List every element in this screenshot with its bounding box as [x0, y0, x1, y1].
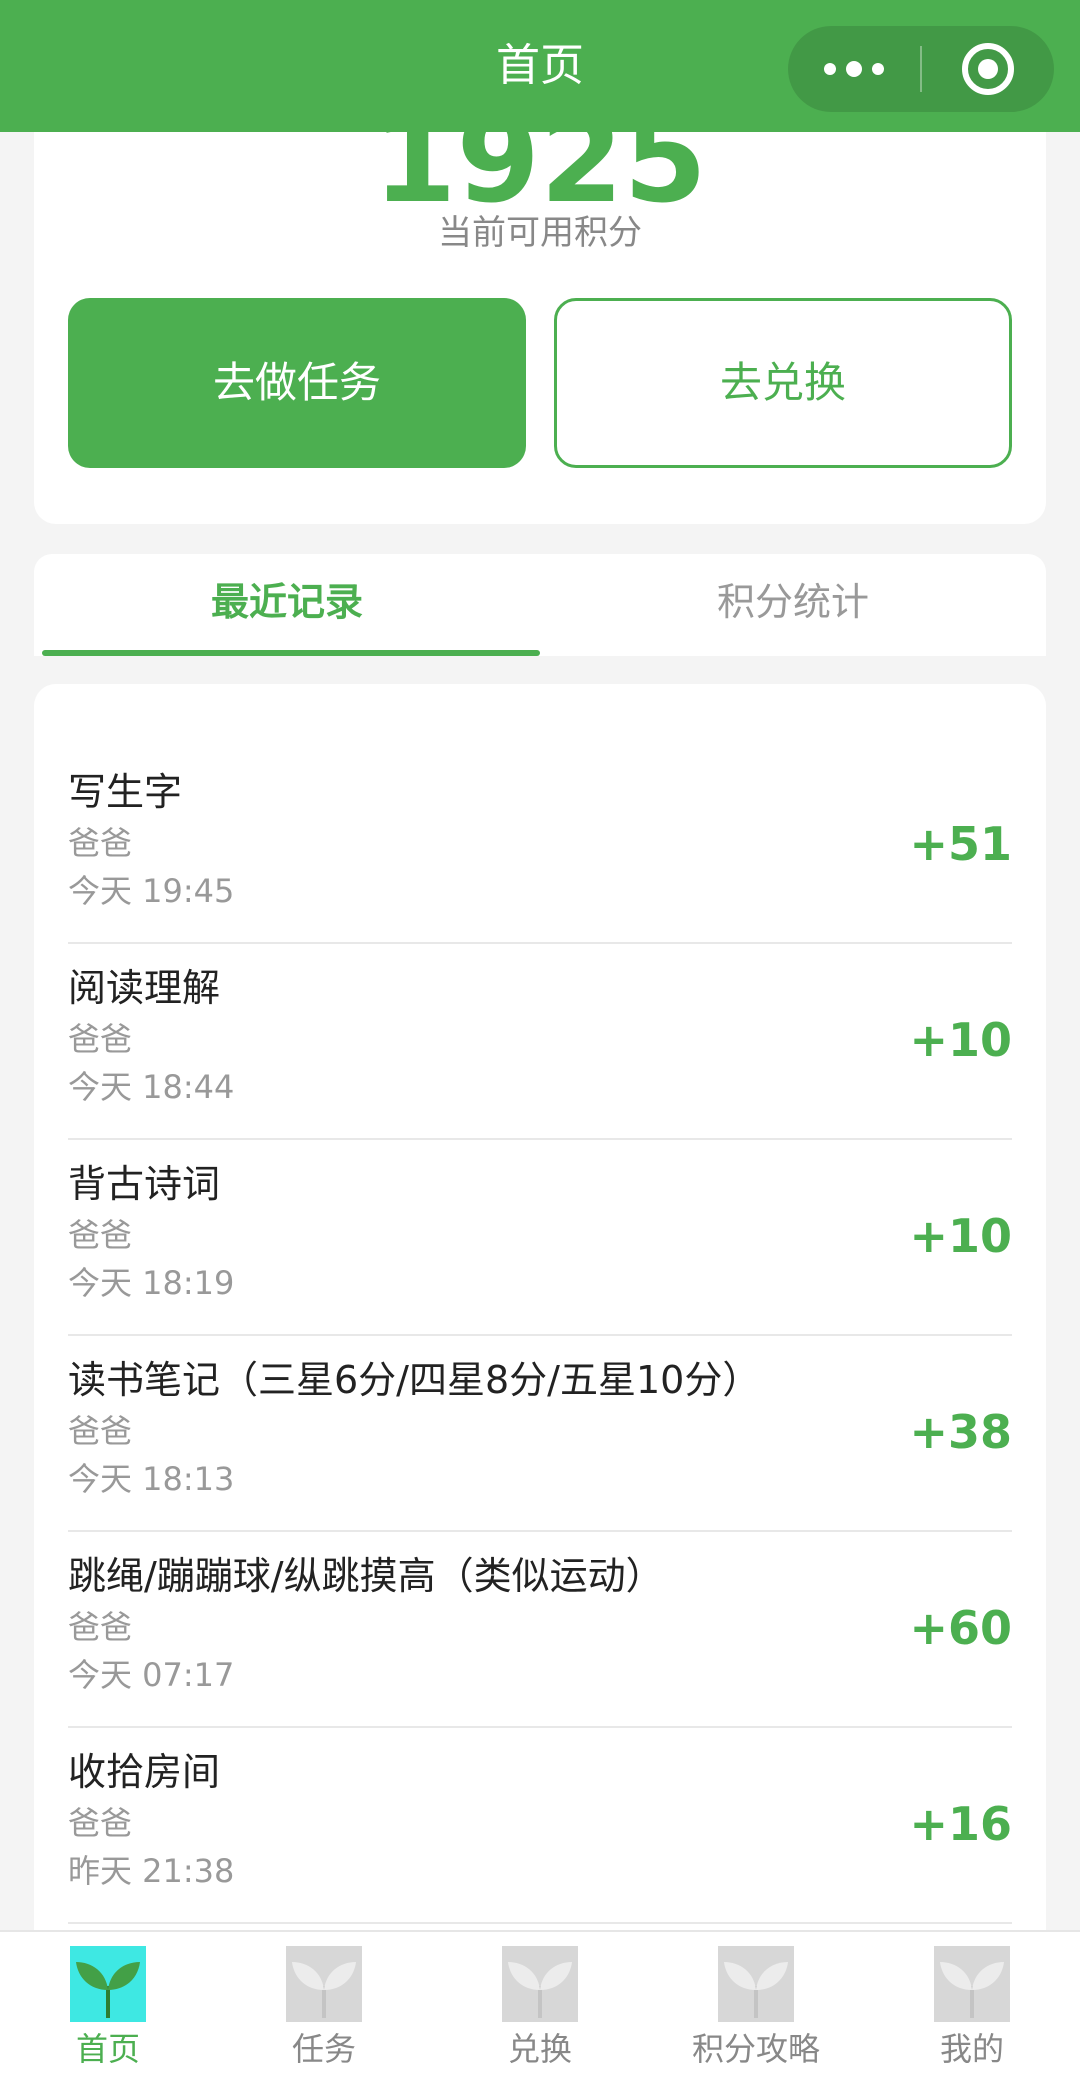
tabbar-label: 兑换 — [507, 2030, 572, 2068]
record-actor: 爸爸 — [68, 1216, 133, 1254]
sprout-icon-graphic — [292, 1962, 356, 2018]
record-title: 阅读理解 — [68, 966, 221, 1010]
list-item[interactable]: 背古诗词 爸爸 今天 18:19 +10 — [68, 1140, 1012, 1336]
record-points: +10 — [909, 1013, 1012, 1067]
record-time: 昨天 21:38 — [68, 1852, 235, 1890]
tab-recent-records[interactable]: 最近记录 — [34, 554, 540, 656]
record-points: +60 — [909, 1601, 1012, 1655]
sprout-icon-graphic — [76, 1962, 140, 2018]
record-points: +38 — [909, 1405, 1012, 1459]
record-actor: 爸爸 — [68, 1804, 133, 1842]
record-points: +16 — [909, 1797, 1012, 1851]
record-actor: 爸爸 — [68, 1608, 133, 1646]
recent-records-list: 写生字 爸爸 今天 19:45 +51 阅读理解 爸爸 今天 18:44 +10… — [34, 684, 1046, 1984]
record-actor: 爸爸 — [68, 1020, 133, 1058]
sprout-icon — [718, 1946, 794, 2022]
list-item[interactable]: 阅读理解 爸爸 今天 18:44 +10 — [68, 944, 1012, 1140]
tabbar-item-mine[interactable]: 我的 — [864, 1932, 1080, 2082]
records-tabs: 最近记录 积分统计 — [34, 554, 1046, 656]
list-item[interactable]: 读书笔记（三星6分/四星8分/五星10分） 爸爸 今天 18:13 +38 — [68, 1336, 1012, 1532]
record-points: +51 — [909, 817, 1012, 871]
record-time: 今天 19:45 — [68, 872, 235, 910]
sprout-icon — [502, 1946, 578, 2022]
record-title: 读书笔记（三星6分/四星8分/五星10分） — [68, 1358, 761, 1402]
close-target-icon[interactable] — [922, 26, 1054, 112]
active-tab-indicator — [42, 650, 540, 656]
more-dot — [846, 61, 862, 77]
list-item[interactable]: 收拾房间 爸爸 昨天 21:38 +16 — [68, 1728, 1012, 1924]
record-actor: 爸爸 — [68, 824, 133, 862]
sprout-icon-graphic — [940, 1962, 1004, 2018]
more-dot — [824, 63, 836, 75]
tab-points-stats[interactable]: 积分统计 — [540, 554, 1046, 656]
sprout-icon — [70, 1946, 146, 2022]
more-icon[interactable] — [788, 26, 920, 112]
bottom-tab-bar: 首页 任务 兑换 积分攻略 我的 — [0, 1930, 1080, 2082]
more-dot — [872, 63, 884, 75]
tabbar-item-tasks[interactable]: 任务 — [216, 1932, 432, 2082]
record-title: 写生字 — [68, 770, 183, 814]
list-item[interactable]: 跳绳/蹦蹦球/纵跳摸高（类似运动） 爸爸 今天 07:17 +60 — [68, 1532, 1012, 1728]
record-time: 今天 07:17 — [68, 1656, 235, 1694]
tabbar-label: 积分攻略 — [691, 2030, 820, 2068]
available-points-caption: 当前可用积分 — [438, 213, 642, 253]
record-time: 今天 18:13 — [68, 1460, 235, 1498]
list-item[interactable]: 写生字 爸爸 今天 19:45 +51 — [68, 748, 1012, 944]
do-task-button[interactable]: 去做任务 — [68, 298, 526, 468]
mini-program-capsule — [788, 26, 1054, 112]
record-title: 背古诗词 — [68, 1162, 221, 1206]
record-points: +10 — [909, 1209, 1012, 1263]
record-time: 今天 18:19 — [68, 1264, 235, 1302]
sprout-icon — [934, 1946, 1010, 2022]
tabbar-item-redeem[interactable]: 兑换 — [432, 1932, 648, 2082]
tabbar-label: 首页 — [75, 2030, 140, 2068]
tabbar-item-points-guide[interactable]: 积分攻略 — [648, 1932, 864, 2082]
sprout-icon — [286, 1946, 362, 2022]
tabbar-label: 我的 — [939, 2030, 1004, 2068]
record-title: 收拾房间 — [68, 1750, 221, 1794]
redeem-button[interactable]: 去兑换 — [554, 298, 1012, 468]
sprout-icon-graphic — [724, 1962, 788, 2018]
sprout-icon-graphic — [508, 1962, 572, 2018]
record-title: 跳绳/蹦蹦球/纵跳摸高（类似运动） — [68, 1554, 664, 1598]
tabbar-item-home[interactable]: 首页 — [0, 1932, 216, 2082]
close-ring-dot — [978, 59, 998, 79]
top-nav-bar: 首页 — [0, 0, 1080, 132]
record-time: 今天 18:44 — [68, 1068, 235, 1106]
tabbar-label: 任务 — [291, 2030, 356, 2068]
record-actor: 爸爸 — [68, 1412, 133, 1450]
